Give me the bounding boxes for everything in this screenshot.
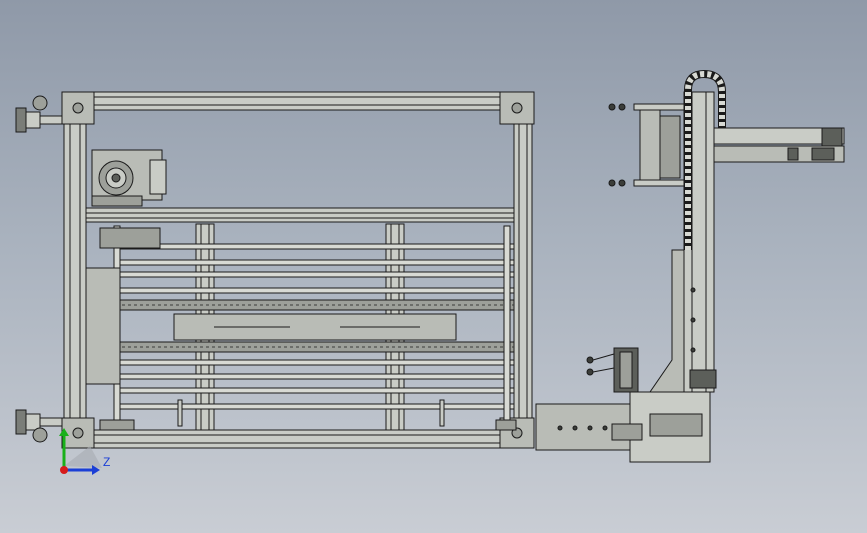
upper-bracket	[608, 103, 685, 187]
drive-shaft-right	[495, 225, 517, 431]
z-axis-label: Z	[103, 455, 110, 469]
drive-shaft-left	[85, 225, 161, 431]
triad-shadow	[64, 446, 102, 468]
center-plate	[173, 313, 457, 341]
cad-viewport[interactable]	[0, 0, 867, 533]
servo-motor	[586, 347, 639, 393]
chain-conveyor-upper	[97, 299, 515, 311]
side-base-plate	[535, 391, 711, 463]
motor-gearbox-upper-left	[91, 149, 167, 207]
chain-conveyor-lower	[97, 341, 515, 353]
machine-model[interactable]	[15, 69, 845, 463]
x-axis-icon	[60, 466, 68, 474]
main-frame	[61, 91, 535, 449]
caster-top-left	[15, 95, 63, 133]
y-axis-arrow-icon	[59, 428, 69, 436]
orientation-triad: Z	[59, 428, 110, 475]
cross-beam-upper	[85, 207, 515, 223]
horizontal-arm	[713, 127, 845, 163]
